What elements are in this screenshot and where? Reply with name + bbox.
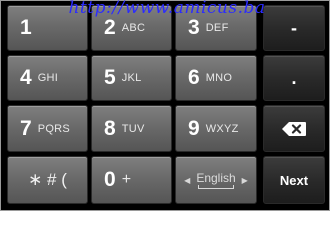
chevron-right-icon: ▶	[241, 175, 248, 185]
numeric-keyboard: http://www.amicus.ba 1 2 ABC 3 DEF - 4 G…	[0, 0, 330, 211]
key-4-digit: 4	[20, 66, 32, 89]
minus-key[interactable]: -	[263, 5, 325, 51]
key-5-digit: 5	[104, 66, 116, 89]
key-0[interactable]: 0 +	[91, 156, 172, 204]
next-label: Next	[279, 172, 309, 188]
backspace-key[interactable]	[263, 105, 325, 152]
key-8-letters: TUV	[121, 122, 145, 135]
key-7-letters: PQRS	[37, 122, 71, 135]
key-4[interactable]: 4 GHI	[7, 55, 88, 101]
key-8[interactable]: 8 TUV	[91, 105, 172, 152]
key-6-letters: MNO	[205, 72, 233, 84]
key-9-letters: WXYZ	[205, 122, 239, 135]
period-key[interactable]: .	[263, 55, 325, 101]
key-2[interactable]: 2 ABC	[91, 5, 172, 51]
key-1[interactable]: 1	[7, 5, 88, 51]
key-5-letters: JKL	[121, 72, 142, 84]
key-4-letters: GHI	[37, 72, 59, 84]
key-1-digit: 1	[20, 16, 32, 39]
key-7[interactable]: 7 PQRS	[7, 105, 88, 152]
space-bar-icon	[198, 185, 234, 189]
minus-label: -	[291, 17, 297, 38]
key-7-digit: 7	[20, 116, 32, 140]
key-6-digit: 6	[188, 66, 200, 89]
key-3-letters: DEF	[205, 22, 229, 34]
key-2-letters: ABC	[121, 22, 146, 34]
key-3[interactable]: 3 DEF	[175, 5, 257, 51]
key-5[interactable]: 5 JKL	[91, 55, 172, 101]
language-label: English	[196, 171, 236, 189]
key-9[interactable]: 9 WXYZ	[175, 105, 257, 152]
key-2-digit: 2	[104, 16, 116, 39]
key-0-digit: 0	[104, 168, 116, 191]
key-3-digit: 3	[188, 16, 200, 39]
language-switcher: ◀ English ▶	[184, 171, 248, 189]
key-9-digit: 9	[188, 116, 200, 140]
symbols-label: ∗ # (	[28, 170, 67, 189]
key-8-digit: 8	[104, 116, 116, 140]
key-0-plus: +	[121, 171, 132, 188]
next-key[interactable]: Next	[263, 156, 325, 204]
language-key[interactable]: ◀ English ▶	[175, 156, 257, 204]
key-6[interactable]: 6 MNO	[175, 55, 257, 101]
chevron-left-icon: ◀	[184, 175, 191, 185]
period-label: .	[291, 67, 297, 88]
language-text: English	[196, 171, 236, 185]
symbols-key[interactable]: ∗ # (	[7, 156, 88, 204]
backspace-icon	[282, 121, 306, 136]
